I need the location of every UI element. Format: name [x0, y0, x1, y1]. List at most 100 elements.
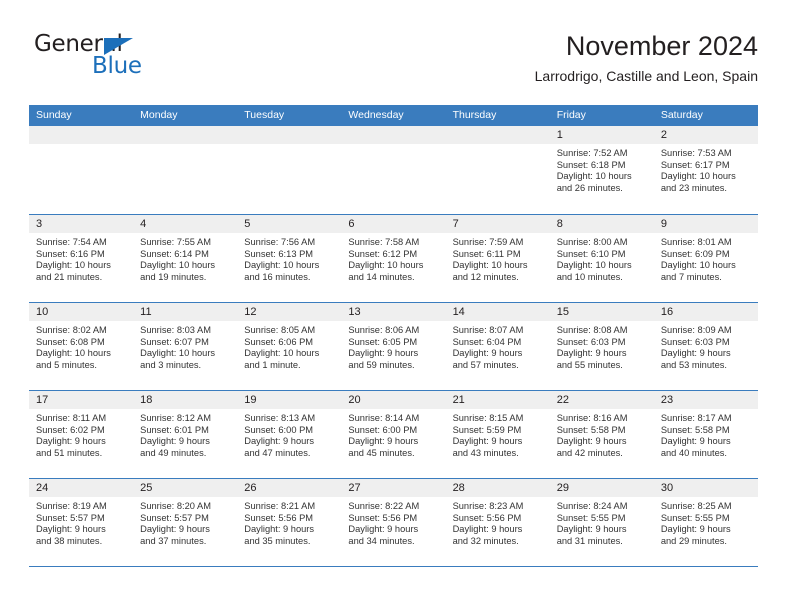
day-details: Sunrise: 8:01 AM Sunset: 6:09 PM Dayligh…	[654, 233, 758, 283]
day-number	[237, 126, 342, 144]
day-cell[interactable]: 30 Sunrise: 8:25 AM Sunset: 5:55 PM Dayl…	[653, 479, 758, 566]
day-cell[interactable]: 23 Sunrise: 8:17 AM Sunset: 5:58 PM Dayl…	[653, 391, 758, 478]
daylight-text-line2: and 23 minutes.	[660, 182, 727, 193]
daylight-text-line1: Daylight: 9 hours	[452, 524, 523, 535]
sunset-text: Sunset: 6:03 PM	[660, 336, 730, 347]
daylight-text-line2: and 42 minutes.	[556, 447, 623, 458]
page-subtitle: Larrodrigo, Castille and Leon, Spain	[534, 68, 758, 84]
weekday-header-saturday: Saturday	[660, 109, 703, 121]
sunset-text: Sunset: 5:55 PM	[556, 512, 626, 523]
day-cell[interactable]: 2 Sunrise: 7:53 AM Sunset: 6:17 PM Dayli…	[653, 126, 758, 214]
daylight-text-line2: and 1 minute.	[244, 359, 301, 370]
sunrise-text: Sunrise: 8:03 AM	[140, 325, 211, 335]
daylight-text-line2: and 14 minutes.	[348, 271, 415, 282]
sunrise-text: Sunrise: 8:17 AM	[660, 413, 732, 423]
day-details: Sunrise: 8:03 AM Sunset: 6:07 PM Dayligh…	[133, 321, 237, 371]
day-number: 11	[133, 303, 238, 321]
day-cell[interactable]: 14 Sunrise: 8:07 AM Sunset: 6:04 PM Dayl…	[445, 303, 550, 390]
weekday-header-row: Sunday Monday Tuesday Wednesday Thursday…	[29, 105, 758, 126]
day-cell[interactable]: 6 Sunrise: 7:58 AM Sunset: 6:12 PM Dayli…	[341, 215, 446, 302]
day-cell[interactable]: 10 Sunrise: 8:02 AM Sunset: 6:08 PM Dayl…	[29, 303, 134, 390]
daylight-text-line2: and 34 minutes.	[348, 535, 415, 546]
day-cell[interactable]: 25 Sunrise: 8:20 AM Sunset: 5:57 PM Dayl…	[133, 479, 238, 566]
day-number: 17	[29, 391, 134, 409]
day-cell[interactable]: 13 Sunrise: 8:06 AM Sunset: 6:05 PM Dayl…	[341, 303, 446, 390]
day-cell[interactable]: 26 Sunrise: 8:21 AM Sunset: 5:56 PM Dayl…	[237, 479, 342, 566]
sunset-text: Sunset: 6:12 PM	[348, 248, 418, 259]
sunrise-text: Sunrise: 7:54 AM	[36, 237, 107, 247]
daylight-text-line1: Daylight: 10 hours	[660, 171, 736, 182]
day-cell[interactable]: 21 Sunrise: 8:15 AM Sunset: 5:59 PM Dayl…	[445, 391, 550, 478]
day-cell[interactable]: 22 Sunrise: 8:16 AM Sunset: 5:58 PM Dayl…	[549, 391, 654, 478]
day-details: Sunrise: 8:05 AM Sunset: 6:06 PM Dayligh…	[237, 321, 341, 371]
day-cell[interactable]: 27 Sunrise: 8:22 AM Sunset: 5:56 PM Dayl…	[341, 479, 446, 566]
day-details: Sunrise: 8:23 AM Sunset: 5:56 PM Dayligh…	[446, 497, 550, 547]
day-cell[interactable]: 4 Sunrise: 7:55 AM Sunset: 6:14 PM Dayli…	[133, 215, 238, 302]
day-number	[29, 126, 134, 144]
weekday-header-friday: Friday	[556, 109, 586, 121]
daylight-text-line1: Daylight: 10 hours	[244, 260, 320, 271]
sunrise-text: Sunrise: 8:08 AM	[556, 325, 628, 335]
daylight-text-line1: Daylight: 9 hours	[244, 436, 315, 447]
daylight-text-line2: and 19 minutes.	[140, 271, 207, 282]
daylight-text-line1: Daylight: 10 hours	[140, 348, 216, 359]
general-blue-logo[interactable]: General Blue	[34, 33, 204, 89]
sunset-text: Sunset: 6:02 PM	[36, 424, 105, 435]
day-number: 25	[133, 479, 238, 497]
daylight-text-line1: Daylight: 10 hours	[556, 171, 632, 182]
day-details: Sunrise: 8:22 AM Sunset: 5:56 PM Dayligh…	[341, 497, 445, 547]
daylight-text-line1: Daylight: 9 hours	[36, 436, 106, 447]
day-number: 9	[653, 215, 758, 233]
day-cell[interactable]: 1 Sunrise: 7:52 AM Sunset: 6:18 PM Dayli…	[549, 126, 654, 214]
sunrise-text: Sunrise: 8:06 AM	[348, 325, 420, 335]
sunset-text: Sunset: 5:58 PM	[660, 424, 730, 435]
day-number: 7	[445, 215, 550, 233]
day-cell[interactable]: 18 Sunrise: 8:12 AM Sunset: 6:01 PM Dayl…	[133, 391, 238, 478]
day-cell[interactable]: 3 Sunrise: 7:54 AM Sunset: 6:16 PM Dayli…	[29, 215, 134, 302]
daylight-text-line2: and 59 minutes.	[348, 359, 415, 370]
day-cell[interactable]: 7 Sunrise: 7:59 AM Sunset: 6:11 PM Dayli…	[445, 215, 550, 302]
daylight-text-line1: Daylight: 10 hours	[36, 260, 111, 271]
sunrise-text: Sunrise: 8:12 AM	[140, 413, 211, 423]
sunset-text: Sunset: 6:16 PM	[36, 248, 105, 259]
day-details: Sunrise: 8:13 AM Sunset: 6:00 PM Dayligh…	[237, 409, 341, 459]
daylight-text-line1: Daylight: 9 hours	[660, 436, 731, 447]
day-number: 6	[341, 215, 446, 233]
day-cell[interactable]: 9 Sunrise: 8:01 AM Sunset: 6:09 PM Dayli…	[653, 215, 758, 302]
day-details: Sunrise: 8:00 AM Sunset: 6:10 PM Dayligh…	[550, 233, 654, 283]
day-cell[interactable]: 16 Sunrise: 8:09 AM Sunset: 6:03 PM Dayl…	[653, 303, 758, 390]
daylight-text-line2: and 55 minutes.	[556, 359, 623, 370]
sunset-text: Sunset: 6:05 PM	[348, 336, 418, 347]
day-cell[interactable]: 19 Sunrise: 8:13 AM Sunset: 6:00 PM Dayl…	[237, 391, 342, 478]
day-number: 19	[237, 391, 342, 409]
day-cell[interactable]: 12 Sunrise: 8:05 AM Sunset: 6:06 PM Dayl…	[237, 303, 342, 390]
sunrise-text: Sunrise: 8:09 AM	[660, 325, 732, 335]
day-details: Sunrise: 8:12 AM Sunset: 6:01 PM Dayligh…	[133, 409, 237, 459]
weekday-header-thursday: Thursday	[452, 109, 497, 121]
sunrise-text: Sunrise: 7:56 AM	[244, 237, 316, 247]
sunrise-text: Sunrise: 7:59 AM	[452, 237, 524, 247]
day-cell[interactable]: 11 Sunrise: 8:03 AM Sunset: 6:07 PM Dayl…	[133, 303, 238, 390]
sunrise-text: Sunrise: 8:20 AM	[140, 501, 211, 511]
day-cell[interactable]: 5 Sunrise: 7:56 AM Sunset: 6:13 PM Dayli…	[237, 215, 342, 302]
week-row: 3 Sunrise: 7:54 AM Sunset: 6:16 PM Dayli…	[29, 214, 758, 302]
day-cell[interactable]: 8 Sunrise: 8:00 AM Sunset: 6:10 PM Dayli…	[549, 215, 654, 302]
sunset-text: Sunset: 6:17 PM	[660, 159, 730, 170]
daylight-text-line1: Daylight: 9 hours	[556, 348, 627, 359]
sunset-text: Sunset: 6:01 PM	[140, 424, 209, 435]
day-cell[interactable]: 17 Sunrise: 8:11 AM Sunset: 6:02 PM Dayl…	[29, 391, 134, 478]
sunset-text: Sunset: 6:03 PM	[556, 336, 626, 347]
sunset-text: Sunset: 6:00 PM	[244, 424, 314, 435]
day-cell[interactable]: 24 Sunrise: 8:19 AM Sunset: 5:57 PM Dayl…	[29, 479, 134, 566]
day-cell[interactable]: 29 Sunrise: 8:24 AM Sunset: 5:55 PM Dayl…	[549, 479, 654, 566]
day-number: 13	[341, 303, 446, 321]
day-number: 21	[445, 391, 550, 409]
day-details: Sunrise: 8:16 AM Sunset: 5:58 PM Dayligh…	[550, 409, 654, 459]
day-cell[interactable]: 15 Sunrise: 8:08 AM Sunset: 6:03 PM Dayl…	[549, 303, 654, 390]
daylight-text-line2: and 40 minutes.	[660, 447, 727, 458]
sunset-text: Sunset: 6:11 PM	[452, 248, 521, 259]
day-cell[interactable]: 20 Sunrise: 8:14 AM Sunset: 6:00 PM Dayl…	[341, 391, 446, 478]
daylight-text-line2: and 26 minutes.	[556, 182, 623, 193]
day-cell[interactable]: 28 Sunrise: 8:23 AM Sunset: 5:56 PM Dayl…	[445, 479, 550, 566]
day-details: Sunrise: 8:08 AM Sunset: 6:03 PM Dayligh…	[550, 321, 654, 371]
